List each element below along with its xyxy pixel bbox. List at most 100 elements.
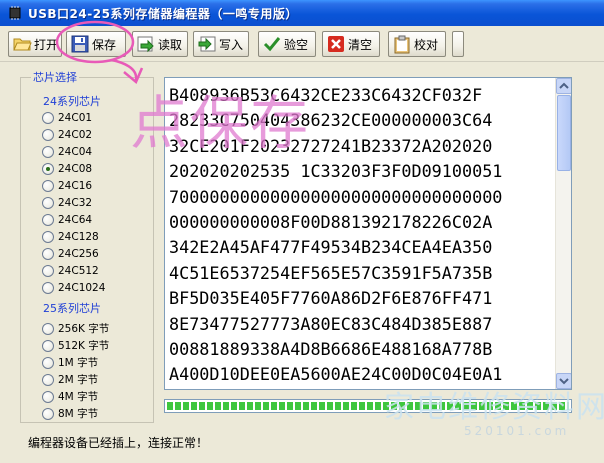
radio-512k[interactable]: 512K 字节 — [42, 338, 109, 353]
radio-256k[interactable]: 256K 字节 — [42, 321, 109, 336]
read-label: 读取 — [158, 37, 183, 52]
verify-label: 校对 — [414, 37, 439, 52]
radio-24c02[interactable]: 24C02 — [42, 127, 92, 142]
radio-24c04[interactable]: 24C04 — [42, 144, 92, 159]
radio-dot — [42, 322, 54, 335]
chevron-down-icon — [559, 378, 569, 385]
annotation-text: 点保存 — [130, 89, 311, 157]
write-arrow-icon — [198, 36, 216, 52]
hex-line: 00881889338A4D8B6686E488168A778B — [169, 338, 493, 359]
radio-dot — [42, 339, 54, 352]
radio-label: 24C01 — [58, 111, 93, 124]
radio-dot — [42, 145, 54, 158]
chevron-up-icon — [559, 82, 569, 89]
radio-label: 1M 字节 — [58, 357, 99, 369]
blank-check-label: 验空 — [284, 37, 309, 52]
radio-24c16[interactable]: 24C16 — [42, 178, 92, 193]
radio-24c08[interactable]: 24C08 — [42, 161, 92, 176]
verify-button[interactable]: 校对 — [388, 31, 446, 57]
hex-line: 342E2A45AF477F49534B234CEA4EA350 — [169, 237, 493, 258]
radio-label: 24C02 — [58, 128, 93, 141]
radio-8m[interactable]: 8M 字节 — [42, 406, 98, 421]
radio-1m[interactable]: 1M 字节 — [42, 355, 98, 370]
hex-line: 202020202535 1C33203F3F0D09100051 — [169, 161, 503, 182]
radio-dot — [42, 264, 54, 277]
toolbar-overflow-button[interactable] — [452, 31, 464, 57]
save-label: 保存 — [92, 37, 117, 52]
radio-label: 24C04 — [58, 145, 93, 158]
radio-dot — [42, 230, 54, 243]
radio-label: 24C08 — [58, 162, 93, 175]
radio-label: 256K 字节 — [58, 323, 110, 335]
folder-open-icon — [13, 38, 32, 51]
radio-dot — [42, 213, 54, 226]
radio-dot — [42, 196, 54, 209]
chip-icon — [9, 6, 21, 20]
read-arrow-icon — [137, 36, 154, 53]
floppy-save-icon — [71, 35, 89, 53]
window-title: USB口24-25系列存储器编程器（一鸣专用版） — [28, 7, 298, 21]
radio-dot — [42, 407, 54, 420]
radio-dot — [42, 111, 54, 124]
clipboard-icon — [394, 35, 410, 54]
radio-dot — [42, 356, 54, 369]
radio-label: 24C1024 — [58, 281, 106, 294]
hex-line: A400D10DEE0EA5600AE24C00D0C04E0A1 — [169, 364, 503, 385]
hex-line: 000000000008F00D881392178226C02A — [169, 211, 493, 232]
scroll-up-button[interactable] — [556, 78, 571, 94]
radio-24c64[interactable]: 24C64 — [42, 212, 92, 227]
radio-label: 24C16 — [58, 179, 93, 192]
erase-label: 清空 — [348, 37, 373, 52]
red-x-icon — [328, 36, 344, 52]
radio-dot — [42, 247, 54, 260]
radio-dot-selected — [42, 162, 54, 175]
status-text: 编程器设备已经插上，连接正常！ — [28, 436, 209, 450]
hex-line: 700000000000000000000000000000000 — [169, 186, 503, 207]
title-bar[interactable]: USB口24-25系列存储器编程器（一鸣专用版） — [0, 0, 604, 26]
radio-24c256[interactable]: 24C256 — [42, 246, 99, 261]
scroll-thumb[interactable] — [557, 95, 571, 171]
radio-24c32[interactable]: 24C32 — [42, 195, 92, 210]
radio-24c01[interactable]: 24C01 — [42, 110, 92, 125]
hex-line: 8E73477527773A80EC83C484D385E887 — [169, 313, 493, 334]
radio-label: 4M 字节 — [58, 391, 99, 403]
radio-label: 24C32 — [58, 196, 93, 209]
radio-label: 2M 字节 — [58, 374, 99, 386]
radio-24c1024[interactable]: 24C1024 — [42, 280, 105, 295]
radio-2m[interactable]: 2M 字节 — [42, 372, 98, 387]
radio-label: 24C64 — [58, 213, 93, 226]
vertical-scrollbar[interactable] — [555, 78, 571, 389]
radio-dot — [42, 281, 54, 294]
scroll-down-button[interactable] — [556, 373, 571, 389]
hex-line: BF5D035E405F7760A86D2F6E876FF471 — [169, 288, 493, 309]
open-label: 打开 — [34, 37, 59, 52]
radio-dot — [42, 179, 54, 192]
radio-label: 24C128 — [58, 230, 99, 243]
series24-label: 24系列芯片 — [43, 95, 101, 108]
save-button[interactable]: 保存 — [66, 31, 126, 57]
radio-label: 512K 字节 — [58, 340, 110, 352]
radio-label: 8M 字节 — [58, 408, 99, 420]
radio-dot — [42, 373, 54, 386]
checkmark-icon — [263, 37, 281, 52]
erase-button[interactable]: 清空 — [322, 31, 380, 57]
hex-line: 4C51E6537254EF565E57C3591F5A735B — [169, 262, 493, 283]
radio-label: 24C512 — [58, 264, 99, 277]
status-bar: 编程器设备已经插上，连接正常！ — [0, 427, 604, 457]
radio-dot — [42, 390, 54, 403]
read-button[interactable]: 读取 — [132, 31, 188, 57]
write-button[interactable]: 写入 — [193, 31, 249, 57]
write-label: 写入 — [219, 37, 244, 52]
programmer-window: USB口24-25系列存储器编程器（一鸣专用版） 打开 保存 读取 写入 验空 … — [0, 0, 604, 463]
series25-label: 25系列芯片 — [43, 302, 101, 315]
blank-check-button[interactable]: 验空 — [258, 31, 316, 57]
radio-dot — [42, 128, 54, 141]
progress-fill — [167, 402, 569, 410]
radio-4m[interactable]: 4M 字节 — [42, 389, 98, 404]
radio-24c512[interactable]: 24C512 — [42, 263, 99, 278]
toolbar: 打开 保存 读取 写入 验空 清空 校对 — [0, 26, 604, 62]
chip-select-legend: 芯片选择 — [31, 69, 79, 85]
open-button[interactable]: 打开 — [8, 31, 62, 57]
radio-24c128[interactable]: 24C128 — [42, 229, 99, 244]
radio-label: 24C256 — [58, 247, 99, 260]
